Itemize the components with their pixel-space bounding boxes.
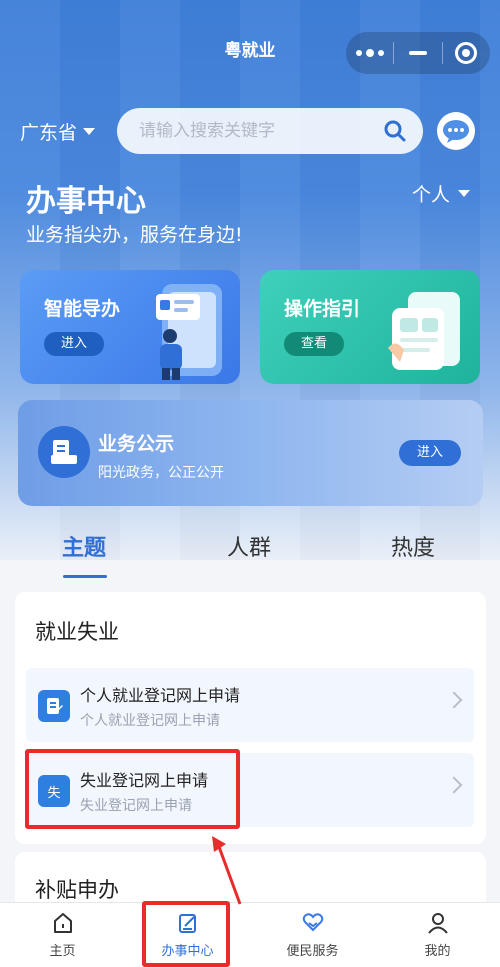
search-bar[interactable] xyxy=(117,108,423,154)
region-selector[interactable]: 广东省 xyxy=(20,118,96,145)
caret-down-icon xyxy=(83,128,96,135)
section-title: 补贴申办 xyxy=(35,878,119,902)
persona-selector[interactable]: 个人 xyxy=(412,180,471,207)
service-item-employment-registration[interactable]: 个人就业登记网上申请 个人就业登记网上申请 xyxy=(26,668,474,742)
search-input[interactable] xyxy=(139,121,359,141)
close-target-icon[interactable] xyxy=(443,32,490,74)
business-notice-banner[interactable]: 业务公示 阳光政务，公正公开 进入 xyxy=(18,400,483,506)
notice-subtitle: 阳光政务，公正公开 xyxy=(98,465,224,481)
phone-person-illustration-icon xyxy=(156,284,222,380)
category-tabs: 主题 人群 热度 xyxy=(0,530,500,580)
enter-button[interactable]: 进入 xyxy=(44,332,104,356)
page-subtitle: 业务指尖办，服务在身边! xyxy=(26,224,243,246)
bottom-tab-bar: 主页 办事中心 便民服务 我的 xyxy=(0,902,500,967)
section-title: 就业失业 xyxy=(35,620,119,644)
tab-crowd[interactable]: 人群 xyxy=(227,530,271,562)
service-subtitle: 个人就业登记网上申请 xyxy=(80,713,220,729)
caret-down-icon xyxy=(458,190,471,197)
tab-theme[interactable]: 主题 xyxy=(62,530,106,562)
tab-popularity[interactable]: 热度 xyxy=(391,530,435,562)
heart-hands-icon xyxy=(302,913,323,932)
home-icon xyxy=(53,913,72,933)
message-icon[interactable] xyxy=(437,112,475,150)
document-edit-icon xyxy=(38,690,70,722)
chevron-right-icon xyxy=(445,776,463,794)
tab-label: 便民服务 xyxy=(286,944,339,959)
smart-guide-card[interactable]: 智能导办 进入 xyxy=(20,270,240,384)
tab-label: 主页 xyxy=(49,944,76,959)
more-menu-icon[interactable] xyxy=(346,32,393,74)
region-label: 广东省 xyxy=(20,122,78,144)
card-title: 操作指引 xyxy=(284,298,361,320)
manual-book-illustration-icon xyxy=(388,292,460,370)
user-icon xyxy=(427,913,448,934)
annotation-highlight-box xyxy=(142,901,230,967)
page-title: 办事中心 xyxy=(26,184,146,219)
active-tab-indicator xyxy=(63,575,107,578)
notice-document-icon xyxy=(38,426,90,478)
tab-mine[interactable]: 我的 xyxy=(375,903,500,967)
mini-program-capsule xyxy=(346,32,490,74)
chevron-right-icon xyxy=(445,691,463,709)
service-title: 个人就业登记网上申请 xyxy=(80,686,241,705)
persona-label: 个人 xyxy=(412,184,451,206)
notice-enter-button[interactable]: 进入 xyxy=(399,440,461,466)
operation-guide-card[interactable]: 操作指引 查看 xyxy=(260,270,480,384)
annotation-arrow-icon xyxy=(212,836,242,905)
tab-home[interactable]: 主页 xyxy=(0,903,125,967)
tab-label: 我的 xyxy=(424,944,451,959)
notice-title: 业务公示 xyxy=(98,433,175,455)
minimize-icon[interactable] xyxy=(394,32,441,74)
annotation-highlight-box xyxy=(25,749,240,829)
card-title: 智能导办 xyxy=(44,298,121,320)
search-icon[interactable] xyxy=(383,119,407,143)
tab-convenience-service[interactable]: 便民服务 xyxy=(250,903,375,967)
view-button[interactable]: 查看 xyxy=(284,332,344,356)
